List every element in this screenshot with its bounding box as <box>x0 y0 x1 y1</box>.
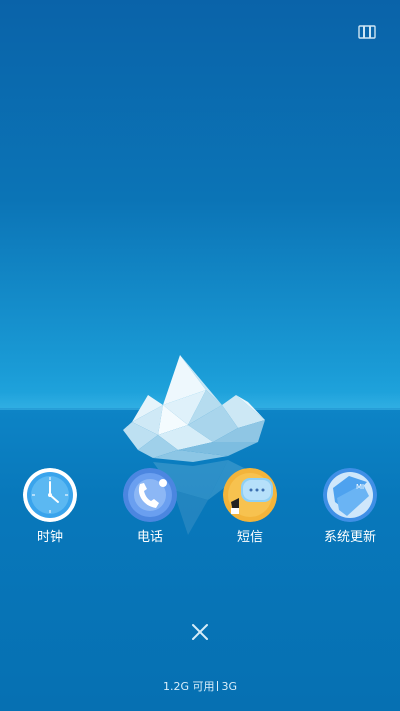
recent-app-messages[interactable]: 短信 <box>205 468 295 558</box>
recent-apps-screen: 时钟 电话 短信 MI 系统更新 1.2G 可用 3G <box>0 0 400 711</box>
recent-app-phone[interactable]: 电话 <box>105 468 195 558</box>
app-label: 时钟 <box>36 530 63 545</box>
system-update-icon: MI <box>323 468 377 522</box>
memory-available: 1.2G 可用 <box>162 680 215 693</box>
recent-list-icon[interactable] <box>358 24 376 40</box>
app-label: 系统更新 <box>323 530 376 545</box>
svg-text:MI: MI <box>356 483 364 491</box>
phone-icon <box>123 468 177 522</box>
messages-icon <box>223 468 277 522</box>
memory-status: 1.2G 可用 3G <box>0 680 400 694</box>
recent-apps-row: 时钟 电话 短信 MI 系统更新 <box>0 468 400 558</box>
clock-icon <box>23 468 77 522</box>
close-icon[interactable] <box>188 620 212 644</box>
app-label: 电话 <box>136 530 163 545</box>
recent-app-clock[interactable]: 时钟 <box>5 468 95 558</box>
memory-separator <box>217 681 219 691</box>
memory-total: 3G <box>221 680 238 693</box>
recent-app-system-update[interactable]: MI 系统更新 <box>305 468 395 558</box>
app-label: 短信 <box>236 530 263 545</box>
